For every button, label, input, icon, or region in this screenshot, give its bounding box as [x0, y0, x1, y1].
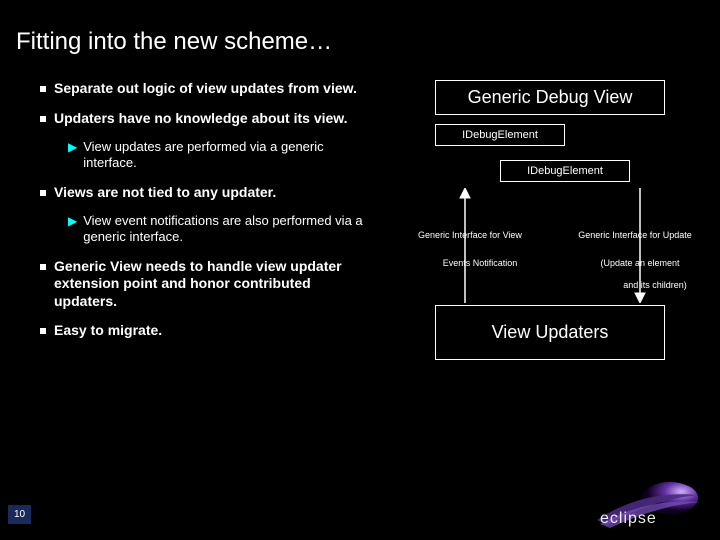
box-label: IDebugElement	[501, 161, 629, 181]
box-view-updaters: View Updaters	[435, 305, 665, 360]
sub-bullet-item: ▶ View updates are performed via a gener…	[68, 139, 370, 172]
sub-bullet-text: View event notifications are also perfor…	[83, 213, 370, 246]
bullet-text: Generic View needs to handle view update…	[54, 258, 370, 311]
box-label: IDebugElement	[436, 125, 564, 145]
arrow-icon: ▶	[68, 214, 77, 246]
label-generic-interface-update: Generic Interface for Update	[560, 230, 710, 242]
label-children: and its children)	[600, 280, 710, 292]
label-generic-interface-view: Generic Interface for View	[400, 230, 540, 242]
label-update-element: (Update an element	[575, 258, 705, 270]
eclipse-logo: eclipse	[592, 480, 702, 530]
sub-bullet-item: ▶ View event notifications are also perf…	[68, 213, 370, 246]
box-label: Generic Debug View	[436, 81, 664, 114]
box-idebug-element: IDebugElement	[435, 124, 565, 146]
slide-title: Fitting into the new scheme…	[16, 28, 332, 56]
bullet-text: Easy to migrate.	[54, 322, 162, 340]
label-events-notification: Events Notification	[425, 258, 535, 270]
bullet-item: Updaters have no knowledge about its vie…	[40, 110, 370, 128]
bullet-text: Views are not tied to any updater.	[54, 184, 276, 202]
bullet-marker	[40, 86, 46, 92]
slide: Fitting into the new scheme… Separate ou…	[0, 0, 720, 540]
arrow-up-icon	[455, 188, 475, 303]
bullet-list: Separate out logic of view updates from …	[40, 80, 370, 352]
logo-text: eclipse	[600, 510, 657, 528]
bullet-text: Separate out logic of view updates from …	[54, 80, 357, 98]
box-label: View Updaters	[436, 306, 664, 359]
bullet-item: Generic View needs to handle view update…	[40, 258, 370, 311]
bullet-marker	[40, 264, 46, 270]
bullet-marker	[40, 190, 46, 196]
bullet-item: Separate out logic of view updates from …	[40, 80, 370, 98]
bullet-marker	[40, 328, 46, 334]
page-number: 10	[8, 505, 31, 524]
box-generic-view: Generic Debug View	[435, 80, 665, 115]
bullet-item: Easy to migrate.	[40, 322, 370, 340]
bullet-item: Views are not tied to any updater.	[40, 184, 370, 202]
box-idebug-element: IDebugElement	[500, 160, 630, 182]
bullet-text: Updaters have no knowledge about its vie…	[54, 110, 348, 128]
arrow-icon: ▶	[68, 140, 77, 172]
bullet-marker	[40, 116, 46, 122]
sub-bullet-text: View updates are performed via a generic…	[83, 139, 370, 172]
